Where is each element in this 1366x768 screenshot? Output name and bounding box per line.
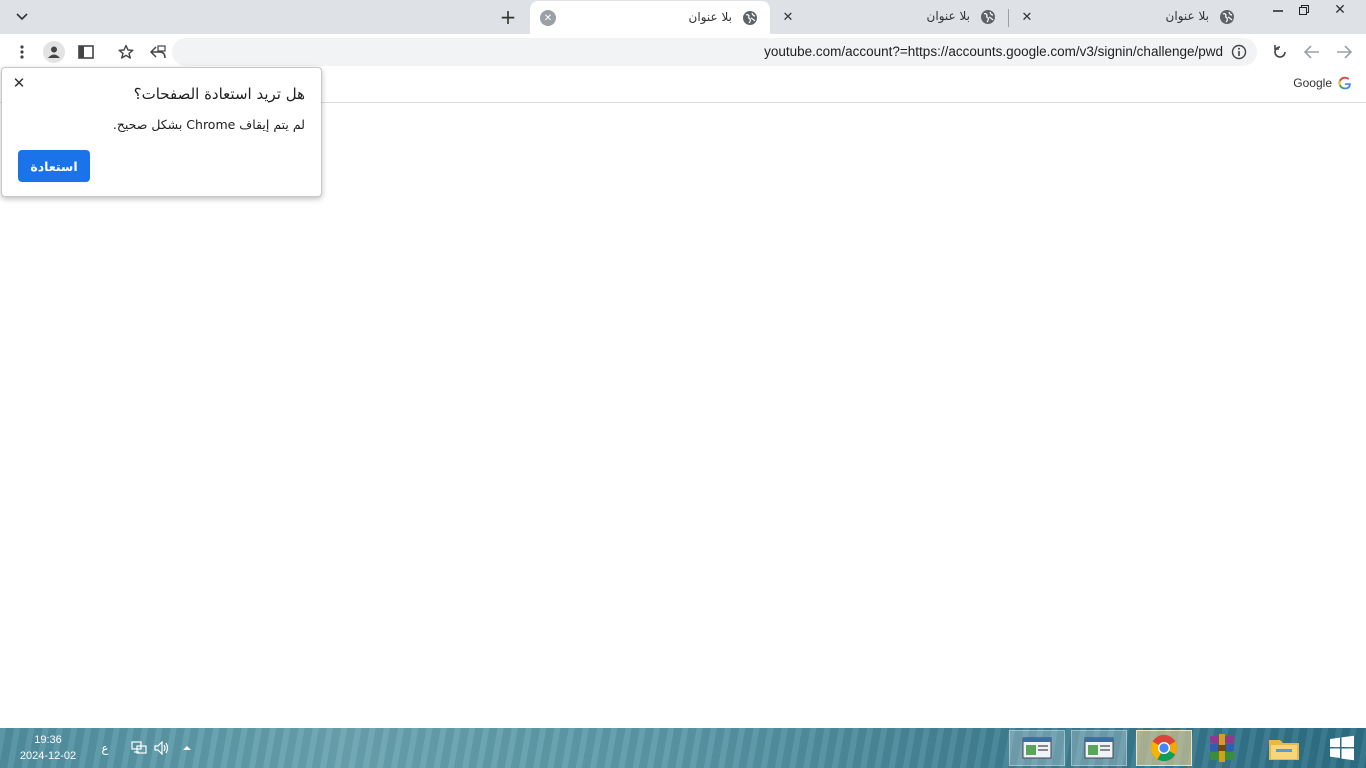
tab-untitled-2[interactable]: ✕ بلا عنوان bbox=[770, 0, 1008, 34]
close-icon[interactable]: ✕ bbox=[780, 9, 796, 25]
restore-pages-dialog: ✕ هل تريد استعادة الصفحات؟ لم يتم إيقاف … bbox=[1, 67, 322, 197]
bookmark-google[interactable]: Google bbox=[1293, 76, 1352, 90]
arrow-left-icon bbox=[1304, 45, 1319, 59]
window-app-icon bbox=[1084, 737, 1114, 759]
chevron-down-icon bbox=[16, 13, 28, 21]
taskbar-app-chrome[interactable] bbox=[1136, 730, 1192, 766]
restore-window-icon bbox=[1299, 5, 1309, 15]
reload-icon bbox=[1274, 45, 1286, 58]
tab-untitled-1[interactable]: ✕ بلا عنوان bbox=[1009, 0, 1247, 34]
share-button[interactable] bbox=[148, 42, 168, 62]
globe-icon bbox=[1220, 10, 1234, 24]
reload-button[interactable] bbox=[1270, 42, 1290, 62]
winrar-icon bbox=[1210, 734, 1234, 762]
tab-strip: + ✕ بلا عنوان ✕ بلا عنوان ✕ بلا عنوان ✕ bbox=[0, 0, 1366, 34]
plus-icon: + bbox=[499, 5, 517, 29]
taskbar: 19:36 2024-12-02 ع bbox=[0, 728, 1366, 768]
profile-button[interactable] bbox=[43, 41, 65, 63]
url-text[interactable]: youtube.com/account?=https://accounts.go… bbox=[764, 44, 1223, 59]
taskbar-app-winrar[interactable] bbox=[1194, 730, 1250, 766]
show-hidden-icons-button[interactable] bbox=[179, 740, 195, 756]
bookmark-star-button[interactable] bbox=[116, 42, 136, 62]
close-icon: ✕ bbox=[12, 74, 26, 92]
restore-window-button[interactable] bbox=[1290, 0, 1318, 20]
google-logo-icon bbox=[1338, 76, 1351, 90]
chrome-icon bbox=[1150, 734, 1178, 762]
arrow-right-icon bbox=[1337, 45, 1352, 59]
dialog-title: هل تريد استعادة الصفحات؟ bbox=[133, 85, 305, 103]
address-bar[interactable]: youtube.com/account?=https://accounts.go… bbox=[172, 38, 1257, 66]
globe-icon bbox=[981, 10, 995, 24]
taskbar-app-window-2[interactable] bbox=[1071, 730, 1127, 766]
globe-icon bbox=[743, 11, 757, 25]
menu-button[interactable] bbox=[12, 42, 32, 62]
forward-button[interactable] bbox=[1334, 42, 1354, 62]
minimize-button[interactable] bbox=[1264, 0, 1292, 20]
back-button[interactable] bbox=[1302, 42, 1322, 62]
restore-button[interactable]: استعادة bbox=[18, 150, 90, 182]
input-language-indicator[interactable]: ع bbox=[97, 740, 113, 756]
tab-search-button[interactable] bbox=[12, 7, 32, 27]
browser-toolbar: youtube.com/account?=https://accounts.go… bbox=[0, 34, 1366, 70]
info-icon[interactable] bbox=[1231, 44, 1247, 60]
side-panel-icon bbox=[78, 45, 94, 59]
new-tab-button[interactable]: + bbox=[496, 5, 520, 29]
volume-icon[interactable] bbox=[154, 740, 170, 756]
dialog-message: لم يتم إيقاف Chrome بشكل صحيح. bbox=[112, 117, 305, 132]
clock-time: 19:36 bbox=[34, 734, 62, 746]
tab-title: بلا عنوان bbox=[1165, 9, 1209, 23]
folder-icon bbox=[1269, 740, 1299, 760]
tab-title: بلا عنوان bbox=[926, 9, 970, 23]
network-icon[interactable] bbox=[131, 740, 147, 756]
side-panel-button[interactable] bbox=[76, 42, 96, 62]
close-icon[interactable]: ✕ bbox=[540, 10, 556, 26]
chevron-up-icon bbox=[183, 746, 191, 750]
taskbar-app-file-explorer[interactable] bbox=[1256, 730, 1312, 766]
minimize-icon bbox=[1273, 10, 1283, 12]
start-button[interactable] bbox=[1314, 730, 1366, 766]
close-icon: ✕ bbox=[1334, 2, 1346, 18]
dialog-close-button[interactable]: ✕ bbox=[10, 74, 28, 92]
star-icon bbox=[118, 44, 134, 59]
more-vertical-icon bbox=[20, 45, 24, 59]
share-icon bbox=[149, 45, 166, 59]
bookmark-label: Google bbox=[1293, 76, 1332, 90]
tab-untitled-active[interactable]: ✕ بلا عنوان bbox=[530, 1, 770, 34]
clock-date: 2024-12-02 bbox=[19, 750, 77, 762]
avatar-icon bbox=[48, 46, 60, 58]
tab-title: بلا عنوان bbox=[688, 10, 732, 24]
close-icon[interactable]: ✕ bbox=[1019, 9, 1035, 25]
close-window-button[interactable]: ✕ bbox=[1326, 0, 1354, 20]
windows-logo-icon bbox=[1330, 735, 1354, 761]
taskbar-app-window-1[interactable] bbox=[1009, 730, 1065, 766]
window-app-icon bbox=[1022, 737, 1052, 759]
system-clock[interactable]: 19:36 2024-12-02 bbox=[10, 732, 86, 764]
